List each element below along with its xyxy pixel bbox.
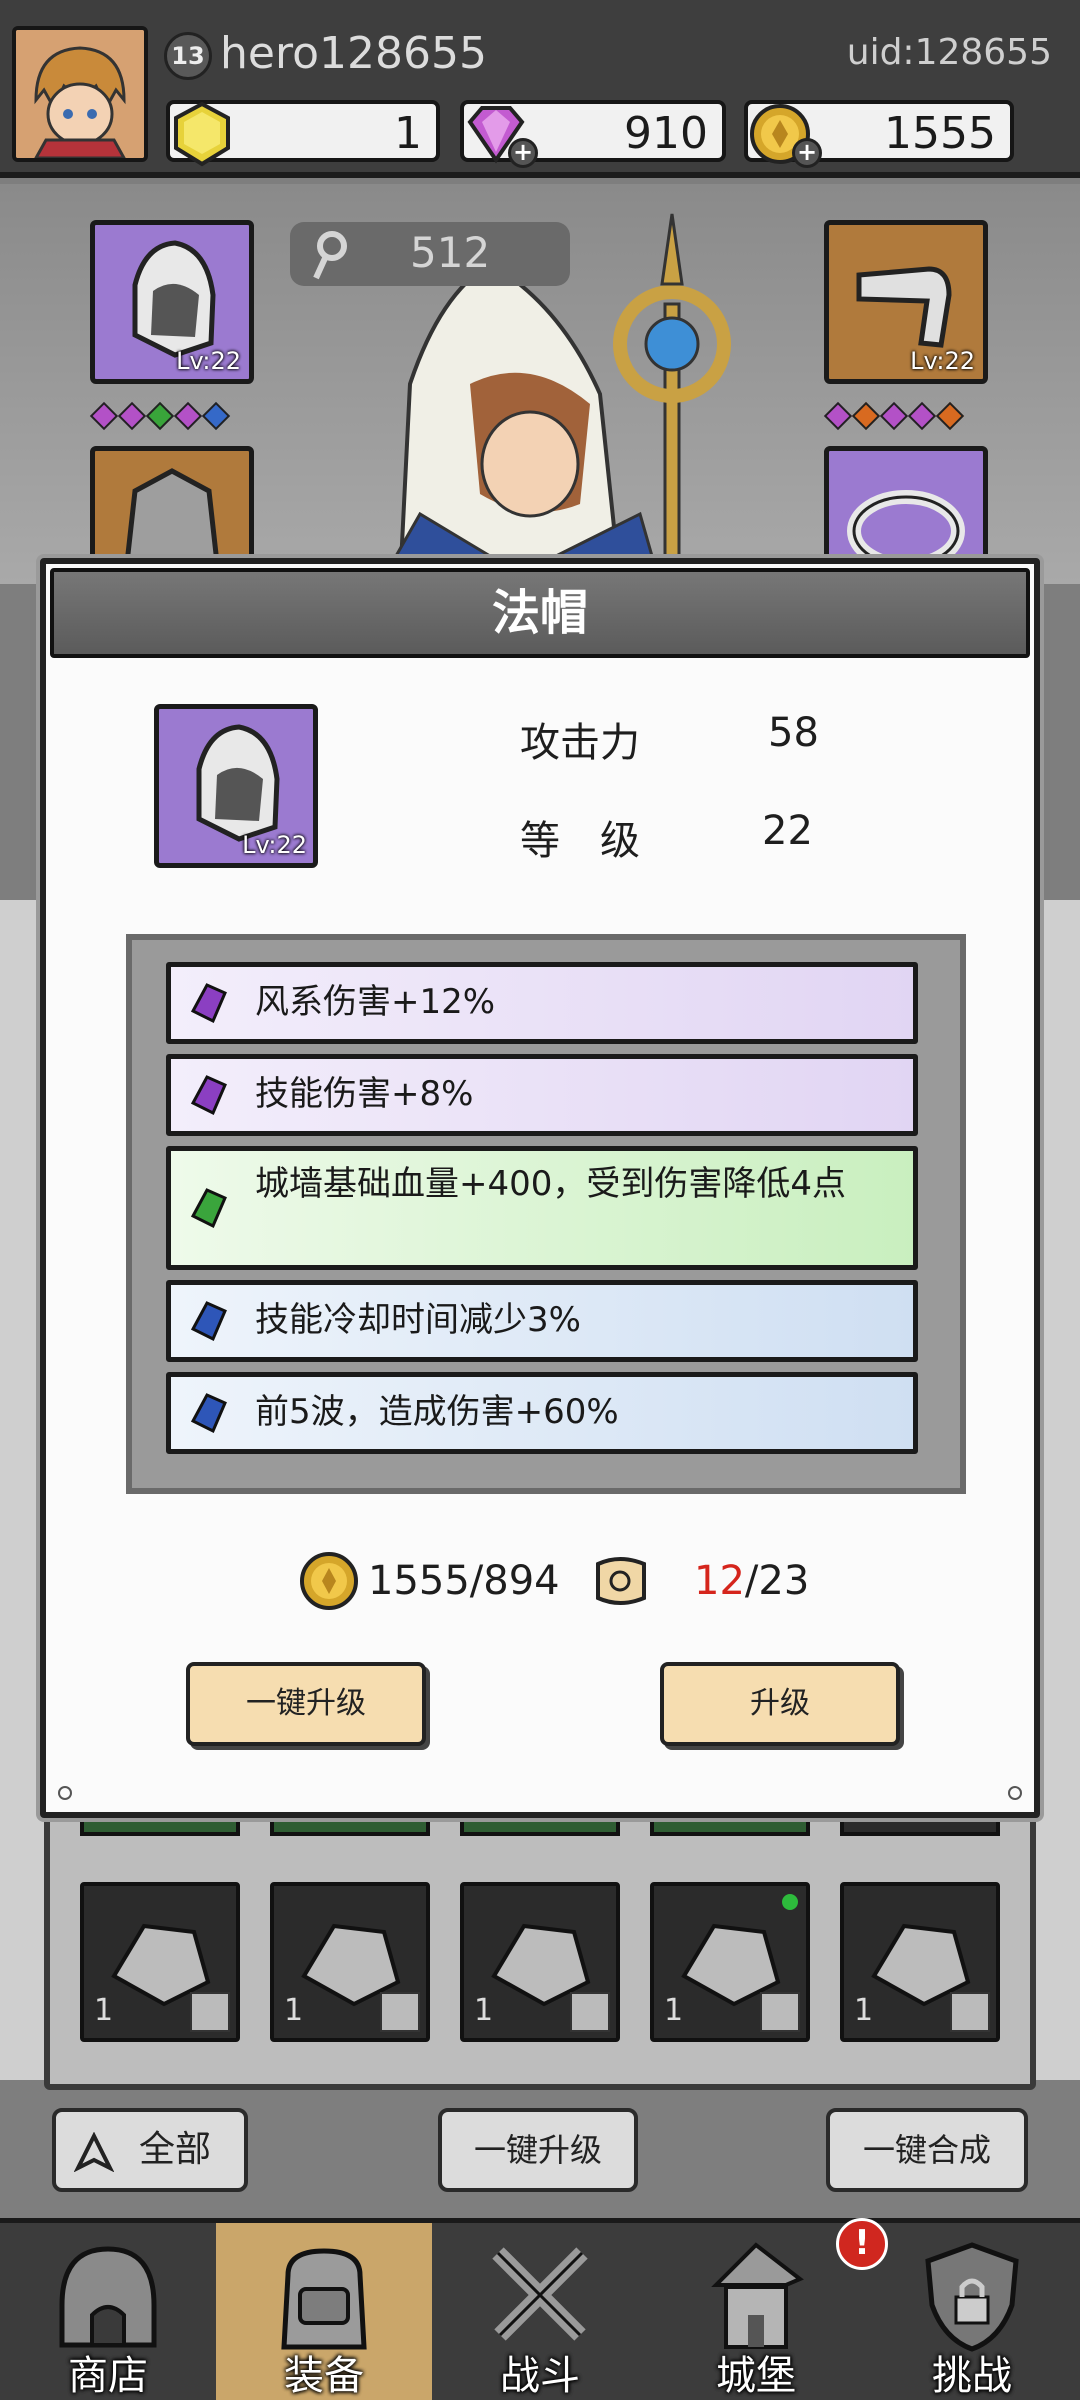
purple-crystal-icon (190, 983, 227, 1024)
castle-alert-badge: ! (836, 2218, 888, 2270)
inventory-item[interactable]: 1 (650, 1882, 810, 2042)
item-detail-modal: 法帽 Lv:22 攻击力 58 等 级 22 风系伤害+12% 技能伤害+8% … (40, 558, 1040, 1818)
avatar-portrait-icon (16, 30, 144, 158)
scroll-cost: 12/23 (694, 1558, 809, 1604)
upgrade-all-button[interactable]: 一键升级 (186, 1662, 426, 1746)
affix-text: 技能冷却时间减少3% (255, 1300, 581, 1340)
modal-title: 法帽 (50, 568, 1030, 658)
shop-hut-icon (59, 2246, 157, 2348)
blue-crystal-icon (190, 1393, 227, 1434)
coin-icon (300, 1552, 358, 1610)
diamond-counter: + 910 (460, 100, 726, 168)
player-name: hero128655 (220, 28, 487, 79)
upgrade-button[interactable]: 升级 (660, 1662, 900, 1746)
blue-crystal-icon (190, 1301, 227, 1342)
nav-castle[interactable]: 城堡 (648, 2223, 864, 2400)
corner-rivet (1008, 1786, 1022, 1800)
diamond-value: 910 (624, 108, 708, 159)
filter-all-label: 全部 (138, 2129, 211, 2170)
inventory-item[interactable]: 1 (270, 1882, 430, 2042)
gold-gem-value: 1 (394, 108, 422, 159)
nav-equipment-label: 装备 (284, 2353, 364, 2399)
weapon-slot-level: Lv:22 (910, 347, 975, 375)
affix-list: 风系伤害+12% 技能伤害+8% 城墙基础血量+400，受到伤害降低4点 技能冷… (126, 934, 966, 1494)
hat-gem-sockets (89, 401, 231, 431)
level-value: 22 (762, 808, 813, 854)
coin-counter: + 1555 (744, 100, 1014, 168)
nav-battle-label: 战斗 (500, 2353, 580, 2399)
hero-display: Lv:22 512 Lv:22 (0, 184, 1080, 584)
scroll-have: 12 (694, 1558, 745, 1604)
inventory-item[interactable]: 1 (840, 1882, 1000, 2042)
corner-rivet (58, 1786, 72, 1800)
triangle-filter-icon (74, 2132, 114, 2172)
weapon-equip-slot[interactable]: Lv:22 (824, 220, 988, 384)
yellow-gem-icon (174, 101, 230, 167)
item-detail-level: Lv:22 (242, 831, 307, 859)
item-count: 1 (94, 1993, 114, 2028)
player-uid: uid:128655 (846, 32, 1052, 73)
scroll-need: /23 (744, 1558, 810, 1604)
weapon-gem-sockets (823, 401, 965, 431)
nav-battle[interactable]: 战斗 (432, 2223, 648, 2400)
nav-equipment[interactable]: 装备 (216, 2223, 432, 2400)
filter-all-button[interactable]: 全部 (52, 2108, 248, 2192)
green-crystal-icon (190, 1188, 227, 1229)
purple-crystal-icon (190, 1075, 227, 1116)
affix-row: 技能冷却时间减少3% (166, 1280, 918, 1362)
inventory-item[interactable]: 1 (460, 1882, 620, 2042)
affix-text: 城墙基础血量+400，受到伤害降低4点 (255, 1164, 847, 1204)
item-type-tag (380, 1992, 420, 2032)
scroll-icon (596, 1557, 646, 1605)
player-level-badge: 13 (164, 32, 212, 80)
item-count: 1 (854, 1993, 874, 2028)
level-label: 等 级 (520, 818, 640, 864)
backpack-icon (281, 2248, 367, 2350)
item-type-tag (570, 1992, 610, 2032)
item-count: 1 (664, 1993, 684, 2028)
hat-slot-level: Lv:22 (176, 347, 241, 375)
item-detail-icon: Lv:22 (154, 704, 318, 868)
upgrade-all-bottom-button[interactable]: 一键升级 (438, 2108, 638, 2192)
bottom-nav: 商店 装备 战斗 城堡 挑战 (0, 2218, 1080, 2400)
player-avatar[interactable] (12, 26, 148, 162)
item-count: 1 (284, 1993, 304, 2028)
attack-label: 攻击力 (520, 720, 640, 766)
nav-challenge[interactable]: 挑战 (864, 2223, 1080, 2400)
nav-shop[interactable]: 商店 (0, 2223, 216, 2400)
coin-cost: 1555/894 (368, 1558, 560, 1604)
affix-row: 技能伤害+8% (166, 1054, 918, 1136)
add-coin-button[interactable]: + (792, 138, 822, 168)
add-diamond-button[interactable]: + (508, 138, 538, 168)
inventory-item[interactable]: 1 (80, 1882, 240, 2042)
top-status-bar: 13 hero128655 uid:128655 1 + 910 + 1555 (0, 0, 1080, 178)
item-type-tag (190, 1992, 230, 2032)
key-icon (313, 231, 347, 280)
crossed-swords-icon (492, 2247, 588, 2341)
power-indicator: 512 (290, 222, 570, 286)
nav-castle-label: 城堡 (716, 2353, 796, 2399)
power-value: 512 (410, 228, 491, 277)
nav-shop-label: 商店 (68, 2353, 148, 2399)
coin-value: 1555 (884, 108, 996, 159)
item-count: 1 (474, 1993, 494, 2028)
hat-equip-slot[interactable]: Lv:22 (90, 220, 254, 384)
nav-challenge-label: 挑战 (932, 2353, 1012, 2399)
affix-text: 风系伤害+12% (255, 982, 496, 1022)
merge-all-button[interactable]: 一键合成 (826, 2108, 1028, 2192)
affix-row: 前5波，造成伤害+60% (166, 1372, 918, 1454)
gold-gem-counter: 1 (166, 100, 440, 167)
affix-text: 技能伤害+8% (255, 1074, 474, 1114)
item-type-tag (760, 1992, 800, 2032)
affix-row: 风系伤害+12% (166, 962, 918, 1044)
locked-shield-icon (925, 2242, 1019, 2352)
castle-tower-icon (711, 2242, 804, 2349)
affix-row: 城墙基础血量+400，受到伤害降低4点 (166, 1146, 918, 1270)
affix-text: 前5波，造成伤害+60% (255, 1392, 619, 1432)
item-type-tag (950, 1992, 990, 2032)
attack-value: 58 (768, 710, 819, 756)
